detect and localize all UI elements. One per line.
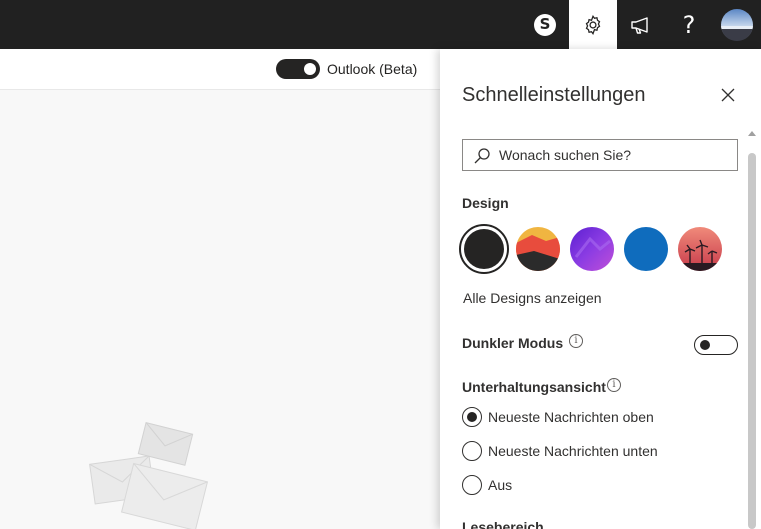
theme-sunset-mountain[interactable] [516, 227, 560, 271]
conversation-view-heading: Unterhaltungsansicht [462, 379, 606, 395]
info-icon[interactable]: i [569, 334, 583, 348]
quick-settings-panel: Schnelleinstellungen Design [440, 49, 761, 529]
empty-mail-illustration [89, 421, 209, 529]
help-button[interactable]: ? [665, 0, 713, 49]
megaphone-icon [631, 16, 648, 34]
close-icon [721, 88, 735, 102]
radio-button[interactable] [462, 407, 482, 427]
gear-icon [585, 14, 601, 35]
toggle-knob [304, 63, 316, 75]
radio-label: Neueste Nachrichten oben [488, 409, 654, 425]
theme-dark[interactable] [459, 224, 509, 274]
info-icon[interactable]: i [607, 378, 621, 392]
radio-newest-on-top[interactable]: Neueste Nachrichten oben [462, 407, 722, 429]
theme-palms[interactable] [678, 227, 722, 271]
search-input[interactable] [499, 145, 729, 165]
theme-purple[interactable] [570, 227, 614, 271]
close-button[interactable] [718, 85, 738, 105]
theme-dark-fill [464, 229, 504, 269]
radio-button[interactable] [462, 441, 482, 461]
help-icon: ? [682, 10, 696, 39]
skype-button[interactable]: S [521, 0, 569, 49]
dark-mode-toggle[interactable] [694, 335, 738, 355]
radio-button[interactable] [462, 475, 482, 495]
settings-button[interactable] [569, 0, 617, 49]
radio-off[interactable]: Aus [462, 475, 722, 497]
scroll-up-arrow[interactable] [748, 131, 756, 136]
all-designs-link[interactable]: Alle Designs anzeigen [463, 290, 602, 306]
toggle-knob [700, 340, 710, 350]
outlook-beta-label: Outlook (Beta) [327, 61, 418, 77]
radio-dot [467, 412, 477, 422]
secondary-bar: Outlook (Beta) [0, 49, 440, 90]
radio-label: Aus [488, 477, 513, 493]
radio-newest-on-bottom[interactable]: Neueste Nachrichten unten [462, 441, 722, 463]
panel-title: Schnelleinstellungen [462, 84, 646, 106]
radio-label: Neueste Nachrichten unten [488, 443, 658, 459]
skype-letter: S [539, 15, 551, 33]
scroll-thumb[interactable] [748, 153, 756, 529]
skype-icon: S [534, 13, 556, 36]
avatar [721, 8, 753, 41]
reading-pane-heading: Lesebereich [462, 519, 544, 529]
account-button[interactable] [713, 0, 761, 49]
theme-blue[interactable] [624, 227, 668, 271]
settings-search [462, 139, 738, 171]
panel-scrollbar[interactable] [747, 131, 757, 529]
design-heading: Design [462, 195, 509, 211]
feedback-button[interactable] [617, 0, 665, 49]
dark-mode-label: Dunkler Modus [462, 335, 564, 351]
outlook-beta-toggle[interactable] [276, 59, 320, 79]
search-icon [474, 148, 490, 164]
top-bar: S ? [0, 0, 761, 49]
